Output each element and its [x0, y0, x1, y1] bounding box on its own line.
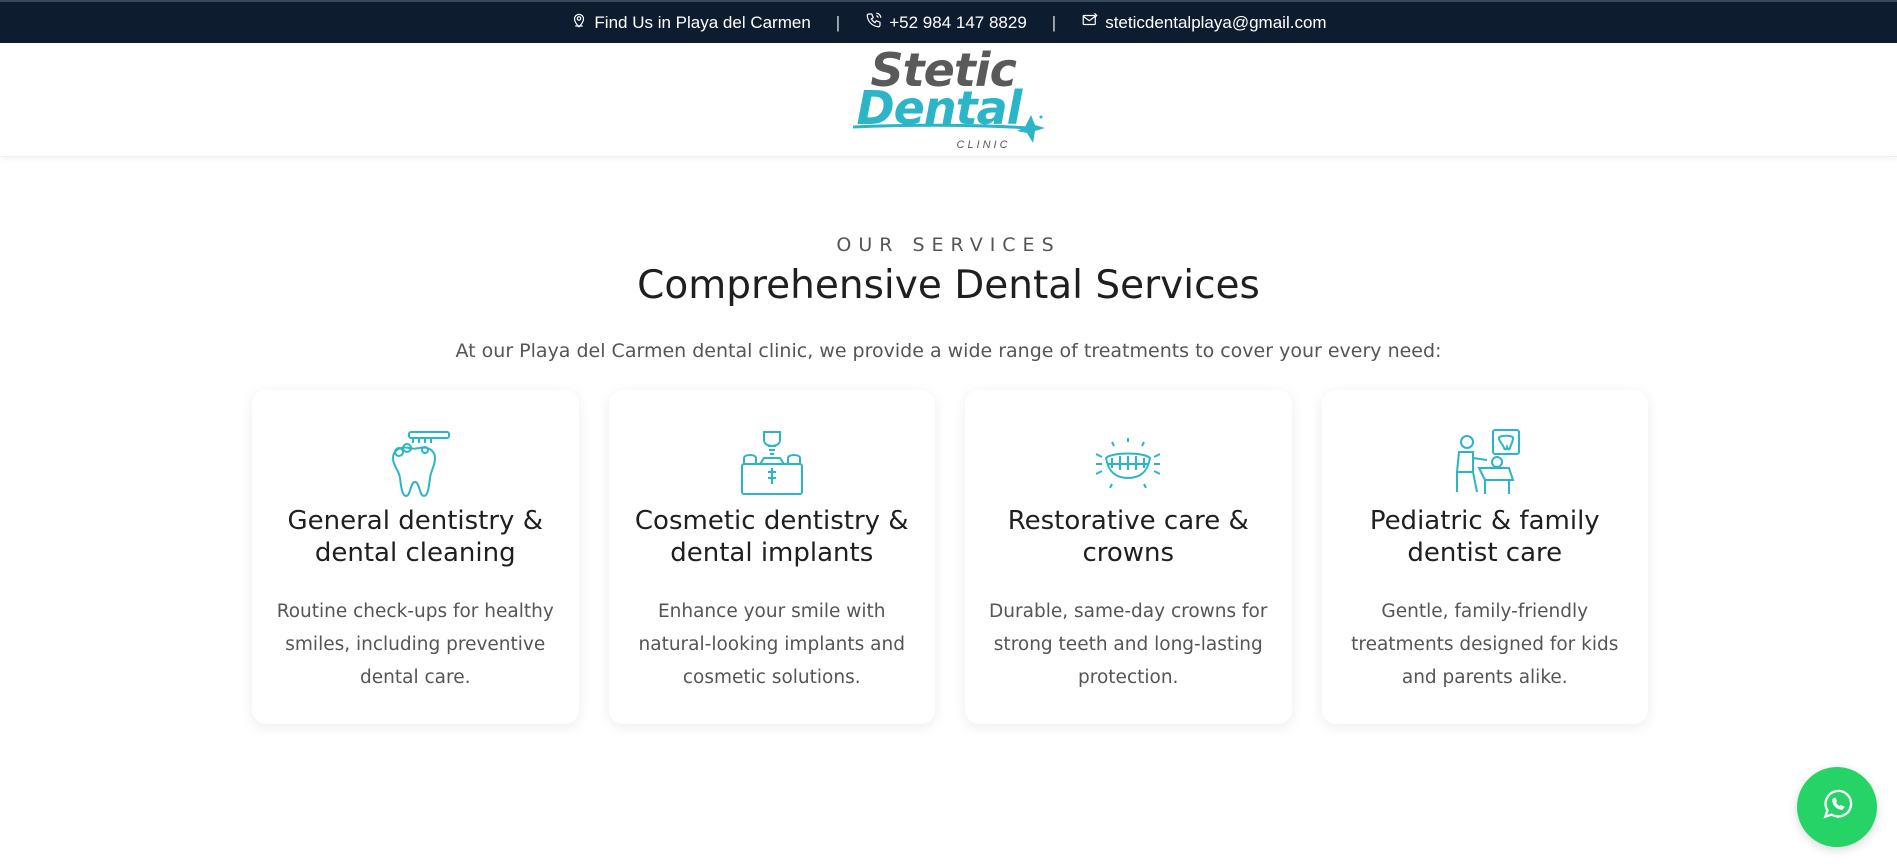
section-intro: At our Playa del Carmen dental clinic, w…	[455, 340, 1442, 362]
service-title: General dentistry & dental cleaning	[287, 506, 543, 568]
logo-swoosh-icon	[852, 115, 1045, 143]
phone-link[interactable]: +52 984 147 8829	[865, 11, 1027, 34]
location-link[interactable]: Find Us in Playa del Carmen	[570, 11, 811, 34]
tooth-brush-icon	[379, 428, 451, 505]
service-desc: Routine check-ups for healthy smiles, in…	[276, 601, 554, 688]
teeth-crown-icon	[1092, 428, 1164, 505]
email-link[interactable]: steticdentalplaya@gmail.com	[1081, 11, 1327, 34]
service-desc: Durable, same-day crowns for strong teet…	[989, 601, 1268, 688]
service-title: Restorative care & crowns	[1007, 506, 1249, 568]
service-title: Cosmetic dentistry & dental implants	[634, 506, 909, 568]
service-desc: Enhance your smile with natural-looking …	[638, 601, 905, 688]
site-header: Stetic Dental CLINIC	[0, 43, 1897, 157]
service-card-pediatric[interactable]: Pediatric & family dentist care Gentle, …	[1321, 390, 1648, 724]
phone-text: +52 984 147 8829	[889, 12, 1027, 32]
separator: |	[835, 12, 841, 32]
dental-implant-icon	[736, 428, 808, 505]
service-card-cosmetic[interactable]: Cosmetic dentistry & dental implants Enh…	[608, 390, 935, 724]
separator: |	[1051, 12, 1057, 32]
service-card-general[interactable]: General dentistry & dental cleaning Rout…	[252, 390, 579, 724]
location-text: Find Us in Playa del Carmen	[594, 12, 811, 32]
section-heading: Comprehensive Dental Services	[637, 263, 1260, 308]
section-eyebrow: OUR SERVICES	[836, 234, 1061, 256]
whatsapp-button[interactable]	[1797, 767, 1877, 847]
location-icon	[570, 11, 588, 34]
whatsapp-icon	[1820, 788, 1854, 827]
logo[interactable]: Stetic Dental CLINIC	[849, 43, 1049, 157]
family-dentist-icon	[1449, 428, 1521, 505]
email-icon	[1081, 11, 1099, 34]
services-cards: General dentistry & dental cleaning Rout…	[252, 390, 1648, 724]
email-text: steticdentalplaya@gmail.com	[1105, 12, 1327, 32]
service-card-restorative[interactable]: Restorative care & crowns Durable, same-…	[965, 390, 1292, 724]
service-title: Pediatric & family dentist care	[1369, 506, 1600, 568]
phone-icon	[865, 11, 883, 34]
top-bar: Find Us in Playa del Carmen | +52 984 14…	[0, 0, 1897, 43]
logo-line-clinic: CLINIC	[956, 139, 1011, 151]
service-desc: Gentle, family-friendly treatments desig…	[1351, 601, 1619, 688]
